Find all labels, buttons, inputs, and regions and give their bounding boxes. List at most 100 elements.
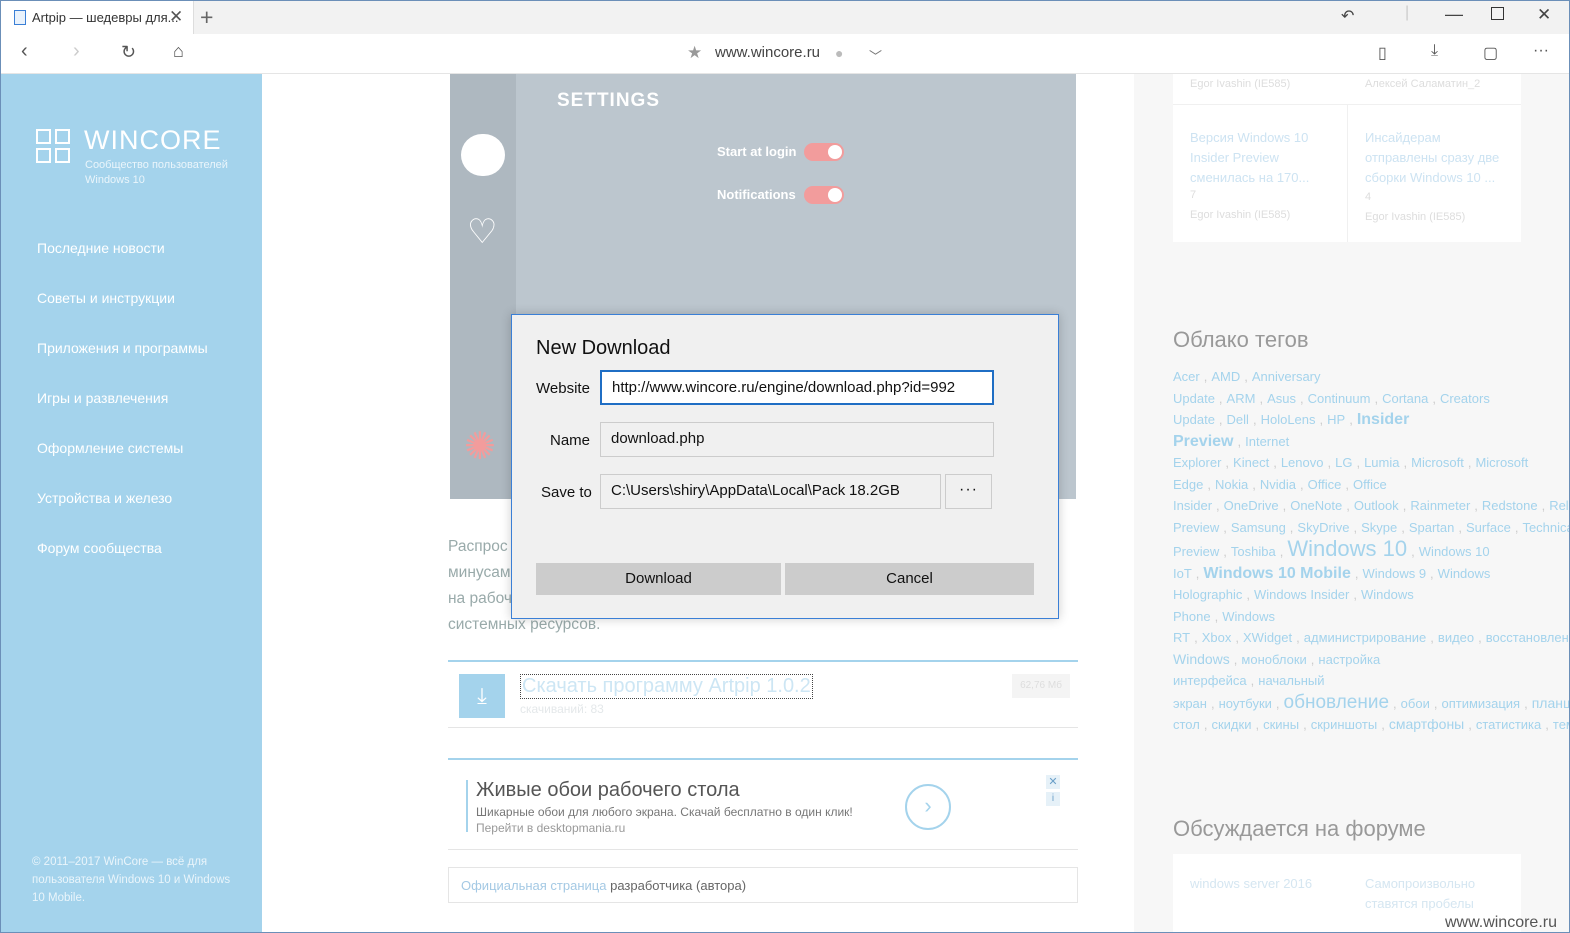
tag-link[interactable]: темы <box>1553 717 1569 732</box>
tag-link[interactable]: Toshiba <box>1231 544 1276 559</box>
logo-title[interactable]: WINCORE <box>84 125 222 156</box>
tag-link[interactable]: Lumia <box>1364 455 1399 470</box>
tag-link[interactable]: Spartan <box>1409 520 1455 535</box>
minimize-icon[interactable]: — <box>1445 4 1463 25</box>
tag-link[interactable]: Cortana <box>1382 391 1428 406</box>
close-window-icon[interactable]: ✕ <box>1537 5 1551 25</box>
tag-link[interactable]: оптимизация <box>1441 696 1520 711</box>
tag-link[interactable]: Windows 9 <box>1362 566 1426 581</box>
tag-link[interactable]: Dell <box>1227 412 1249 427</box>
chevron-down-icon[interactable]: ﹀ <box>869 46 882 65</box>
tag-link[interactable]: обои <box>1401 696 1430 711</box>
tag-separator: , <box>1252 412 1257 427</box>
tag-link[interactable]: Samsung <box>1231 520 1286 535</box>
tag-link[interactable]: восстановление <box>1486 630 1569 645</box>
tag-link[interactable]: HP <box>1327 412 1345 427</box>
cancel-button[interactable]: Cancel <box>785 563 1034 595</box>
tag-link[interactable]: Windows 10 Mobile <box>1203 565 1350 582</box>
menu-item-tips[interactable]: Советы и инструкции <box>37 290 175 306</box>
tag-link[interactable]: статистика <box>1476 717 1541 732</box>
tag-link[interactable]: скины <box>1263 717 1299 732</box>
tag-link[interactable]: Kinect <box>1233 455 1269 470</box>
wincore-logo-icon[interactable] <box>36 129 72 165</box>
tag-link[interactable]: ARM <box>1227 391 1256 406</box>
tag-link[interactable]: SkyDrive <box>1297 520 1349 535</box>
download-link[interactable]: Скачать программу Artpip 1.0.2 <box>520 674 813 699</box>
tag-link[interactable]: видео <box>1438 630 1474 645</box>
close-icon[interactable]: ✕ <box>1046 775 1060 789</box>
menu-item-apps[interactable]: Приложения и программы <box>37 340 208 356</box>
tag-link[interactable]: Windows Insider <box>1254 587 1349 602</box>
save-to-input[interactable]: C:\Users\shiry\AppData\Local\Pack 18.2GB <box>600 474 941 509</box>
tag-link[interactable]: обновление <box>1284 692 1390 713</box>
ad-title[interactable]: Живые обои рабочего стола <box>476 779 740 802</box>
tag-link[interactable]: AMD <box>1211 369 1240 384</box>
tag-link[interactable]: Xbox <box>1202 630 1232 645</box>
tag-link[interactable]: Outlook <box>1354 498 1399 513</box>
microphone-icon[interactable]: ● <box>835 45 843 61</box>
menu-item-design[interactable]: Оформление системы <box>37 440 183 456</box>
website-input[interactable]: http://www.wincore.ru/engine/download.ph… <box>600 370 994 405</box>
tag-link[interactable]: Surface <box>1466 520 1511 535</box>
menu-item-news[interactable]: Последние новости <box>37 240 165 256</box>
tag-link[interactable]: Windows 10 <box>1287 536 1407 561</box>
close-tab-icon[interactable]: ✕ <box>169 7 183 27</box>
start-at-login-toggle <box>804 143 844 161</box>
tag-link[interactable]: Microsoft <box>1411 455 1464 470</box>
tag-link[interactable]: ноутбуки <box>1219 696 1272 711</box>
tag-link[interactable]: Lenovo <box>1281 455 1324 470</box>
menu-item-devices[interactable]: Устройства и железо <box>37 490 172 506</box>
download-button[interactable]: Download <box>536 563 781 595</box>
forum-topic[interactable]: windows server 2016 <box>1190 874 1312 894</box>
tag-link[interactable]: смартфоны <box>1389 716 1464 732</box>
menu-item-forum[interactable]: Форум сообщества <box>37 540 162 556</box>
download-icon[interactable]: ⤓ <box>459 674 505 718</box>
tag-link[interactable]: скидки <box>1211 717 1251 732</box>
new-tab-icon[interactable]: + <box>200 4 213 31</box>
tag-separator: , <box>1210 695 1215 711</box>
download-icon[interactable]: ⤓ <box>1431 42 1438 60</box>
home-icon[interactable]: ⌂ <box>173 41 184 62</box>
tag-link[interactable]: скриншоты <box>1311 717 1378 732</box>
url-text[interactable]: www.wincore.ru <box>715 44 820 61</box>
browse-button[interactable]: ··· <box>945 474 992 509</box>
tag-link[interactable]: OneNote <box>1290 498 1342 513</box>
tag-link[interactable]: Office <box>1308 477 1342 492</box>
menu-item-games[interactable]: Игры и развлечения <box>37 390 168 406</box>
news-card-link[interactable]: Версия Windows 10 Insider Preview сменил… <box>1190 128 1330 188</box>
chevron-right-icon[interactable]: › <box>905 784 951 830</box>
name-input[interactable]: download.php <box>600 422 994 457</box>
tag-link[interactable]: Nokia <box>1215 477 1248 492</box>
more-icon[interactable]: ··· <box>1533 42 1549 60</box>
undo-icon[interactable]: ↶ <box>1341 6 1354 26</box>
tag-link[interactable]: Redstone <box>1482 498 1538 513</box>
tag-link[interactable]: Rainmeter <box>1410 498 1470 513</box>
advertisement[interactable]: Живые обои рабочего стола Шикарные обои … <box>448 758 1078 850</box>
tag-link[interactable]: администрирование <box>1304 630 1427 645</box>
back-icon[interactable]: ‹ <box>21 40 28 63</box>
forward-icon[interactable]: › <box>73 40 80 63</box>
news-card-link[interactable]: Инсайдерам отправлены сразу две сборки W… <box>1365 128 1505 188</box>
tag-link[interactable]: Asus <box>1267 391 1296 406</box>
tag-link[interactable]: Skype <box>1361 520 1397 535</box>
reading-view-icon[interactable]: ▯ <box>1378 43 1387 63</box>
refresh-icon[interactable]: ↻ <box>121 42 136 63</box>
tag-link[interactable]: OneDrive <box>1224 498 1279 513</box>
tag-link[interactable]: Acer <box>1173 369 1200 384</box>
official-page-link[interactable]: Официальная страница <box>461 878 606 893</box>
maximize-icon[interactable] <box>1491 7 1504 20</box>
tag-link[interactable]: XWidget <box>1243 630 1292 645</box>
ad-url[interactable]: Перейти в desktopmania.ru <box>476 821 625 835</box>
tag-separator: , <box>1195 565 1200 581</box>
lock-icon[interactable]: ▢ <box>1483 43 1498 63</box>
info-icon[interactable]: i <box>1046 792 1060 806</box>
tag-link[interactable]: Continuum <box>1308 391 1371 406</box>
tag-link[interactable]: LG <box>1335 455 1352 470</box>
forum-topic[interactable]: Самопроизвольно ставятся пробелы <box>1365 874 1515 914</box>
browser-tab[interactable]: Artpip — шедевры для... ✕ <box>1 1 194 34</box>
tag-link[interactable]: планшеты <box>1532 695 1569 711</box>
star-icon[interactable]: ★ <box>687 43 702 63</box>
tag-link[interactable]: моноблоки <box>1241 652 1306 667</box>
tag-link[interactable]: Nvidia <box>1260 477 1296 492</box>
tag-link[interactable]: HoloLens <box>1261 412 1316 427</box>
